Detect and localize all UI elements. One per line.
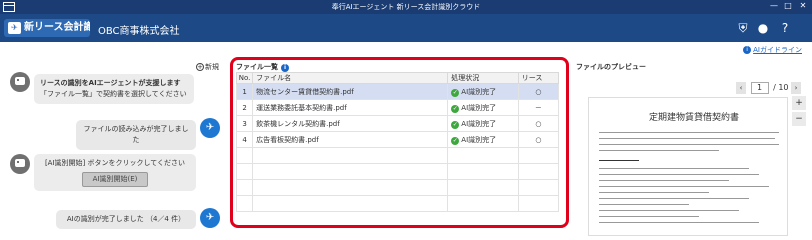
logo-icon: ✈ (8, 22, 21, 34)
text-line (599, 210, 739, 211)
file-table: No. ファイル名 処理状況 リース 1 物流センター賃貸借契約書.pdf ✓ A… (235, 72, 560, 212)
user-avatar-icon: ✈ (200, 118, 220, 138)
table-row[interactable]: 1 物流センター賃貸借契約書.pdf ✓ AI識別完了 ○ (235, 83, 560, 100)
ai-guideline-link[interactable]: i AIガイドライン (743, 45, 802, 55)
text-line (599, 192, 709, 193)
message-line: 「ファイル一覧」で契約書を選択してください (40, 90, 187, 98)
ai-avatar-icon (10, 72, 30, 92)
check-icon: ✓ (451, 88, 460, 97)
check-icon: ✓ (451, 136, 460, 145)
check-icon: ✓ (451, 120, 460, 129)
table-row[interactable]: 3 飲茶機レンタル契約書.pdf ✓ AI識別完了 ○ (235, 115, 560, 132)
message-line: リースの識別をAIエージェントが支援します (40, 79, 181, 87)
ai-identify-start-button[interactable]: AI識別開始(E) (81, 172, 149, 187)
column-header: 処理状況 (447, 72, 519, 84)
new-chat-button[interactable]: + 新規 (196, 62, 219, 72)
zoom-in-icon[interactable]: + (792, 96, 806, 110)
table-row (235, 163, 560, 180)
logo-text: 新リース会計識別 (24, 22, 90, 33)
column-header: リース (517, 72, 560, 84)
info-icon: i (743, 46, 752, 54)
maximize-button[interactable]: □ (782, 1, 794, 10)
user-avatar-icon: ✈ (200, 208, 220, 228)
message-line: [AI識別開始] ボタンをクリックしてください (44, 159, 186, 167)
page-navigator: ‹ 1 / 10 › (736, 82, 802, 94)
text-line (599, 204, 689, 205)
text-line (599, 174, 759, 175)
text-line (599, 216, 699, 217)
plus-icon: + (196, 63, 204, 71)
next-page-button[interactable]: › (791, 82, 802, 94)
column-header: ファイル名 (252, 72, 449, 84)
user-message: AIの識別が完了しました （4／4 件） (56, 210, 196, 229)
text-line (599, 150, 719, 151)
text-line (599, 138, 775, 139)
help-icon[interactable]: ? (778, 21, 792, 35)
page-input[interactable]: 1 (750, 82, 769, 94)
zoom-controls: + − (792, 96, 806, 128)
prev-page-button[interactable]: ‹ (736, 82, 746, 94)
table-row[interactable]: 4 広告看板契約書.pdf ✓ AI識別完了 ○ (235, 131, 560, 148)
document-title: 定期建物賃貸借契約書 (649, 113, 740, 123)
app-logo[interactable]: ✈ 新リース会計識別 (4, 19, 90, 37)
text-line (599, 198, 749, 199)
text-line (599, 168, 749, 169)
shield-icon[interactable]: ⛨ (736, 21, 750, 35)
text-line (599, 144, 779, 145)
text-line (599, 160, 639, 161)
ai-message: [AI識別開始] ボタンをクリックしてください AI識別開始(E) (34, 154, 196, 191)
ai-message: リースの識別をAIエージェントが支援します 「ファイル一覧」で契約書を選択してく… (34, 74, 194, 104)
column-header: No. (235, 72, 254, 84)
document-preview: 定期建物賃貸借契約書 (588, 97, 788, 236)
app-header: ✈ 新リース会計識別 OBC商事株式会社 ⛨ ● ? (0, 14, 812, 42)
window-title: 奉行AIエージェント 新リース会計識別クラウド (331, 3, 481, 11)
user-icon[interactable]: ● (756, 21, 770, 35)
text-line (599, 180, 729, 181)
company-name: OBC商事株式会社 (98, 26, 180, 37)
info-icon[interactable]: i (281, 64, 289, 72)
page-total: / 10 (773, 83, 789, 92)
close-button[interactable]: ✕ (797, 1, 809, 10)
text-line (599, 222, 759, 223)
zoom-out-icon[interactable]: − (792, 112, 806, 126)
text-line (599, 132, 779, 133)
check-icon: ✓ (451, 104, 460, 113)
user-message: ファイルの読み込みが完了しました (76, 120, 196, 150)
file-list-title: ファイル一覧 i (236, 62, 289, 72)
text-line (599, 186, 769, 187)
table-row (235, 147, 560, 164)
ai-avatar-icon (10, 154, 30, 174)
table-row (235, 179, 560, 196)
table-row (235, 195, 560, 212)
preview-title: ファイルのプレビュー (576, 63, 646, 71)
window-titlebar: 奉行AIエージェント 新リース会計識別クラウド — □ ✕ (0, 0, 812, 14)
table-row[interactable]: 2 運送業務委託基本契約書.pdf ✓ AI識別完了 － (235, 99, 560, 116)
minimize-button[interactable]: — (768, 1, 780, 10)
